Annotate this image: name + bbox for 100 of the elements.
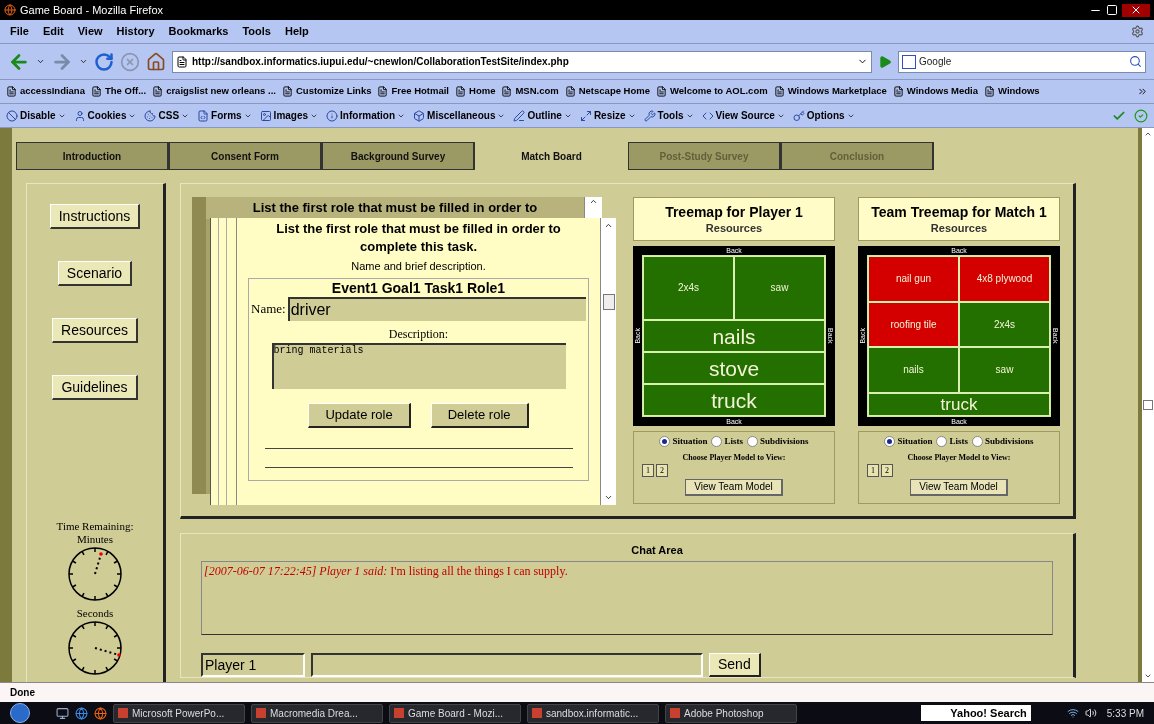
bookmark-item[interactable]: Welcome to AOL.com bbox=[656, 84, 768, 99]
radio-button[interactable] bbox=[747, 436, 758, 448]
menu-item[interactable]: History bbox=[116, 23, 155, 40]
role-action-button[interactable]: Delete role bbox=[430, 402, 529, 428]
treemap-cell[interactable]: 2x4s bbox=[643, 256, 734, 320]
scroll-up-icon[interactable] bbox=[604, 221, 613, 230]
side-button[interactable]: Guidelines bbox=[52, 375, 138, 400]
menu-item[interactable]: Tools bbox=[242, 23, 271, 40]
bookmark-item[interactable]: Netscape Home bbox=[564, 84, 650, 99]
menu-item[interactable]: Help bbox=[284, 23, 309, 40]
radio-button[interactable] bbox=[936, 436, 948, 448]
bookmark-item[interactable]: Windows Marketplace bbox=[773, 84, 887, 99]
scrollbar[interactable] bbox=[584, 197, 602, 219]
scroll-up-icon[interactable] bbox=[1144, 130, 1152, 138]
tab[interactable]: Background Survey bbox=[322, 142, 475, 170]
bookmark-item[interactable]: Customize Links bbox=[281, 84, 372, 99]
close-button[interactable] bbox=[1122, 3, 1150, 17]
bookmark-item[interactable]: The Off... bbox=[90, 84, 147, 99]
treemap-cell[interactable]: roofing tile bbox=[868, 301, 959, 348]
scrollbar[interactable] bbox=[600, 218, 616, 505]
go-icon[interactable] bbox=[878, 54, 892, 69]
player-name-field[interactable]: Player 1 bbox=[201, 652, 305, 677]
search-box[interactable]: Google bbox=[898, 50, 1146, 73]
player-model-button[interactable]: 1 bbox=[867, 463, 879, 477]
bookmark-item[interactable]: accessIndiana bbox=[6, 84, 85, 99]
maximize-icon[interactable] bbox=[1106, 3, 1118, 16]
tab[interactable]: Consent Form bbox=[169, 142, 322, 170]
menu-item[interactable]: File bbox=[10, 23, 29, 40]
scroll-down-icon[interactable] bbox=[604, 493, 613, 502]
caret-icon[interactable] bbox=[79, 57, 88, 66]
yahoo-search-field[interactable]: Yahoo! Search bbox=[920, 705, 1031, 721]
toolbar-menu[interactable]: Information bbox=[326, 108, 406, 123]
bookmark-item[interactable]: Free Hotmail bbox=[377, 84, 449, 99]
network-icon[interactable] bbox=[1066, 707, 1079, 719]
taskbar-button[interactable]: Microsoft PowerPo... bbox=[113, 703, 245, 723]
radio-button[interactable] bbox=[884, 436, 896, 448]
toolbar-menu[interactable]: View Source bbox=[701, 108, 785, 123]
menu-item[interactable]: View bbox=[77, 23, 103, 40]
desktop-icon[interactable] bbox=[56, 706, 69, 720]
start-button[interactable] bbox=[10, 703, 30, 723]
player-model-button[interactable]: 2 bbox=[881, 463, 893, 477]
name-field[interactable]: driver bbox=[287, 296, 586, 321]
toolbar-menu[interactable]: Forms bbox=[197, 108, 252, 123]
toolbar-menu[interactable]: Disable bbox=[6, 108, 66, 123]
bookmark-item[interactable]: Windows bbox=[984, 84, 1040, 99]
home-icon[interactable] bbox=[146, 51, 166, 72]
view-team-model-button[interactable]: View Team Model bbox=[685, 478, 783, 496]
browser-icon[interactable] bbox=[75, 706, 88, 720]
description-field[interactable]: bring materials bbox=[271, 342, 566, 389]
treemap-cell[interactable]: truck bbox=[643, 384, 825, 416]
radio-button[interactable] bbox=[972, 436, 983, 448]
taskbar-button[interactable]: Adobe Photoshop bbox=[665, 703, 797, 723]
search-engine-icon[interactable] bbox=[902, 54, 916, 69]
toolbar-menu[interactable]: Outline bbox=[513, 108, 572, 123]
volume-icon[interactable] bbox=[1084, 707, 1097, 719]
toolbar-menu[interactable]: Options bbox=[792, 108, 855, 123]
scroll-thumb[interactable] bbox=[602, 293, 615, 310]
side-button[interactable]: Resources bbox=[52, 318, 138, 343]
tab[interactable]: Introduction bbox=[16, 142, 169, 170]
toolbar-menu[interactable]: Tools bbox=[643, 108, 694, 123]
menu-item[interactable]: Edit bbox=[42, 23, 64, 40]
bookmark-item[interactable]: MSN.com bbox=[501, 84, 559, 99]
view-team-model-button[interactable]: View Team Model bbox=[910, 478, 1008, 496]
scroll-down-icon[interactable] bbox=[1144, 672, 1152, 680]
treemap-cell[interactable]: nails bbox=[868, 347, 959, 394]
search-field[interactable]: Google bbox=[919, 54, 1126, 69]
side-button[interactable]: Instructions bbox=[49, 204, 141, 229]
toolbar-menu[interactable]: Miscellaneous bbox=[413, 108, 506, 123]
search-icon[interactable] bbox=[1129, 55, 1142, 68]
toolbar-menu[interactable]: Cookies bbox=[73, 108, 137, 123]
address-field[interactable]: http://sandbox.informatics.iupui.edu/~cnewlon/CollaborationTestSite/index.php bbox=[172, 50, 872, 73]
treemap-cell[interactable]: 2x4s bbox=[959, 301, 1050, 348]
treemap-cell[interactable]: truck bbox=[868, 393, 1050, 416]
taskbar-button[interactable]: sandbox.informatic... bbox=[527, 703, 659, 723]
treemap-cell[interactable]: saw bbox=[959, 347, 1050, 394]
role-action-button[interactable]: Update role bbox=[308, 402, 411, 428]
page-scrollbar[interactable] bbox=[1138, 128, 1154, 682]
bookmark-item[interactable]: craigslist new orleans ... bbox=[152, 84, 276, 99]
treemap-cell[interactable]: stove bbox=[643, 352, 825, 384]
more-icon[interactable] bbox=[1137, 86, 1148, 97]
send-button[interactable]: Send bbox=[709, 652, 761, 677]
caret-icon[interactable] bbox=[36, 57, 45, 66]
radio-button[interactable] bbox=[711, 436, 723, 448]
treemap-cell[interactable]: nail gun bbox=[868, 256, 959, 302]
toolbar-menu[interactable]: CSS bbox=[144, 108, 190, 123]
bookmark-item[interactable]: Home bbox=[455, 84, 496, 99]
menu-item[interactable]: Bookmarks bbox=[168, 23, 229, 40]
scroll-thumb[interactable] bbox=[1143, 400, 1153, 410]
treemap-cell[interactable]: nails bbox=[643, 320, 825, 352]
bookmark-item[interactable]: Windows Media bbox=[892, 84, 978, 99]
scroll-up-icon[interactable] bbox=[589, 197, 598, 206]
side-button[interactable]: Scenario bbox=[57, 261, 133, 286]
player-model-button[interactable]: 1 bbox=[642, 463, 654, 477]
close-icon[interactable] bbox=[1130, 4, 1142, 16]
browser-icon[interactable] bbox=[94, 706, 107, 720]
message-field[interactable] bbox=[311, 652, 703, 677]
treemap-cell[interactable]: 4x8 plywood bbox=[959, 256, 1050, 302]
toolbar-menu[interactable]: Images bbox=[259, 108, 319, 123]
treemap-cell[interactable]: saw bbox=[734, 256, 825, 320]
toolbar-menu[interactable]: Resize bbox=[579, 108, 636, 123]
